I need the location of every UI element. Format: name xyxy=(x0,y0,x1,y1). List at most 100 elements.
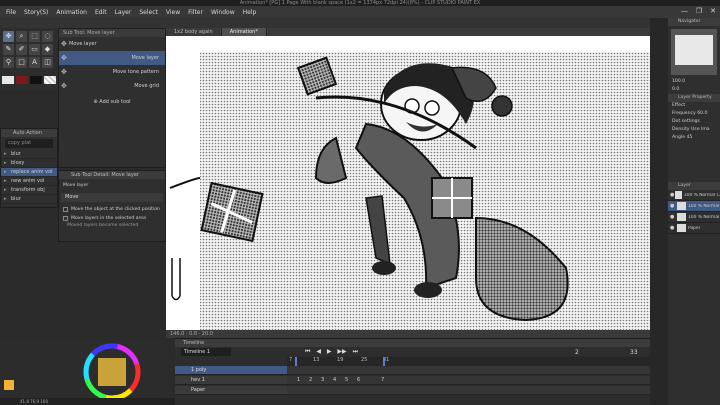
eye-icon[interactable]: ● xyxy=(670,203,677,209)
eye-icon[interactable]: ● xyxy=(670,214,677,220)
eraser-tool-icon[interactable]: ▭ xyxy=(29,44,40,55)
swatch-red[interactable] xyxy=(16,76,28,84)
action-item[interactable]: bloxy xyxy=(1,159,57,168)
eye-icon[interactable]: ● xyxy=(670,225,677,231)
zoom-field[interactable]: 100.0 xyxy=(668,78,720,86)
select-tool-icon[interactable]: ⬚ xyxy=(29,31,40,42)
track-frames[interactable] xyxy=(287,386,650,395)
tool-property-panel: Sub Tool Detail: Move layer Move layer M… xyxy=(58,170,166,242)
timeline-track[interactable]: hev 1 xyxy=(175,376,287,385)
menu-window[interactable]: Window xyxy=(211,9,235,16)
eyedropper-tool-icon[interactable]: ⚲ xyxy=(3,57,14,68)
menu-file[interactable]: File xyxy=(6,9,16,16)
timeline-track-selected[interactable]: 1 poly xyxy=(175,366,287,375)
layer-row[interactable]: ●100 % Normal Canvas xyxy=(668,190,720,201)
subtool-tab[interactable]: Sub Tool: Move layer xyxy=(59,29,119,37)
fill-tool-icon[interactable]: ◆ xyxy=(42,44,53,55)
checkbox-icon[interactable] xyxy=(63,207,68,212)
option-move-object[interactable]: Move the object at the clicked position xyxy=(59,205,165,214)
ruler-tool-icon[interactable]: ◫ xyxy=(42,57,53,68)
menu-story[interactable]: Story(S) xyxy=(24,9,48,16)
timeline-toolbar: Timeline 1 ⏮ ◀ ▶ ▶▶ ⏭ 2 33 xyxy=(175,347,650,357)
menu-filter[interactable]: Filter xyxy=(188,9,203,16)
move-icon: ✥ xyxy=(61,68,67,76)
canvas-artwork[interactable] xyxy=(166,28,650,330)
action-item[interactable]: transform obj xyxy=(1,186,57,195)
document-tab-active[interactable]: Animation* xyxy=(221,28,267,36)
checkbox-icon[interactable] xyxy=(63,216,68,221)
navigator-header: Navigator xyxy=(668,18,720,26)
canvas-viewport[interactable] xyxy=(166,28,650,330)
move-section[interactable]: Move xyxy=(61,193,163,202)
menu-layer[interactable]: Layer xyxy=(115,9,132,16)
angle-row[interactable]: Angle 45 xyxy=(668,134,720,142)
first-frame-button[interactable]: ⏮ xyxy=(305,348,310,355)
status-bar: 41.8 76.9 100 xyxy=(0,398,175,405)
subtool-item[interactable]: ✥ Move grid xyxy=(59,79,165,93)
menu-view[interactable]: View xyxy=(166,9,180,16)
lasso-tool-icon[interactable]: ◌ xyxy=(42,31,53,42)
navigator-thumbnail[interactable] xyxy=(671,29,717,75)
maximize-button[interactable]: ❐ xyxy=(696,7,702,15)
density-row[interactable]: Density Use Ima xyxy=(668,126,720,134)
track-frames[interactable] xyxy=(287,366,650,375)
close-button[interactable]: ✕ xyxy=(710,7,716,15)
auto-action-search[interactable]: copy plat xyxy=(5,139,53,148)
layer-row[interactable]: ● 100 % Normal xyxy=(668,212,720,223)
play-button[interactable]: ▶ xyxy=(327,348,332,355)
frame-cell[interactable]: 7 xyxy=(381,376,384,385)
frequency-row[interactable]: Frequency 60.0 xyxy=(668,110,720,118)
action-item[interactable]: new anim vol xyxy=(1,177,57,186)
frame-cell[interactable]: 4 xyxy=(333,376,336,385)
menu-help[interactable]: Help xyxy=(243,9,257,16)
tool-property-title: Move layer xyxy=(63,183,89,188)
auto-action-header: Auto Action xyxy=(1,129,57,137)
timeline-track[interactable]: Paper xyxy=(175,386,287,395)
frame-cell[interactable]: 3 xyxy=(321,376,324,385)
last-frame-button[interactable]: ⏭ xyxy=(353,348,358,355)
frame-cell[interactable]: 1 xyxy=(297,376,300,385)
rotate-field[interactable]: 0.0 xyxy=(668,86,720,94)
shape-tool-icon[interactable]: □ xyxy=(16,57,27,68)
layer-row[interactable]: ● Paper xyxy=(668,223,720,234)
prev-frame-button[interactable]: ◀ xyxy=(316,348,321,355)
subtool-item[interactable]: ✥ Move tone pattern xyxy=(59,65,165,79)
auto-action-panel: Auto Action copy plat blur bloxy replace… xyxy=(0,128,58,208)
move-icon: ✥ xyxy=(61,40,67,48)
pen-tool-icon[interactable]: ✎ xyxy=(3,44,14,55)
frame-cell[interactable]: 5 xyxy=(345,376,348,385)
timeline-selector[interactable]: Timeline 1 xyxy=(181,348,231,356)
timeline-ruler[interactable]: 7 13 19 25 31 xyxy=(287,357,650,366)
main-color-swatch[interactable] xyxy=(4,380,14,390)
layer-header: Layer xyxy=(668,182,720,190)
color-wheel[interactable] xyxy=(58,340,166,401)
playback-range[interactable] xyxy=(295,357,385,366)
add-subtool-button[interactable]: ⊕ Add sub tool xyxy=(59,99,165,105)
minimize-button[interactable]: — xyxy=(681,7,688,15)
action-item[interactable]: blur xyxy=(1,150,57,159)
next-frame-button[interactable]: ▶▶ xyxy=(337,348,346,355)
action-item[interactable]: blur xyxy=(1,195,57,204)
menu-select[interactable]: Select xyxy=(139,9,158,16)
menu-animation[interactable]: Animation xyxy=(56,9,87,16)
frame-cell[interactable]: 2 xyxy=(309,376,312,385)
zoom-tool-icon[interactable]: ⌕ xyxy=(16,31,27,42)
subtool-item-selected[interactable]: ✥ Move layer xyxy=(59,51,165,65)
swatch-transparent[interactable] xyxy=(44,76,56,84)
layer-row-selected[interactable]: ● 100 % Normal xyxy=(668,201,720,212)
left-bottom-panel xyxy=(0,340,58,405)
swatch-white[interactable] xyxy=(2,76,14,84)
menu-edit[interactable]: Edit xyxy=(95,9,107,16)
action-item-selected[interactable]: replace anim vol xyxy=(1,168,57,177)
swatch-black[interactable] xyxy=(30,76,42,84)
move-tool-icon[interactable]: ✥ xyxy=(3,31,14,42)
subtool-item[interactable]: ✥ Move layer xyxy=(59,37,165,51)
layer-thumb xyxy=(677,202,686,210)
track-frames[interactable]: 1 2 3 4 5 6 7 xyxy=(287,376,650,385)
document-tab[interactable]: 1x2 body again xyxy=(166,28,222,36)
option-move-selected[interactable]: Move layers in the selected area xyxy=(59,214,165,223)
move-icon: ✥ xyxy=(61,54,67,62)
text-tool-icon[interactable]: A xyxy=(29,57,40,68)
brush-tool-icon[interactable]: ✐ xyxy=(16,44,27,55)
frame-cell[interactable]: 6 xyxy=(357,376,360,385)
